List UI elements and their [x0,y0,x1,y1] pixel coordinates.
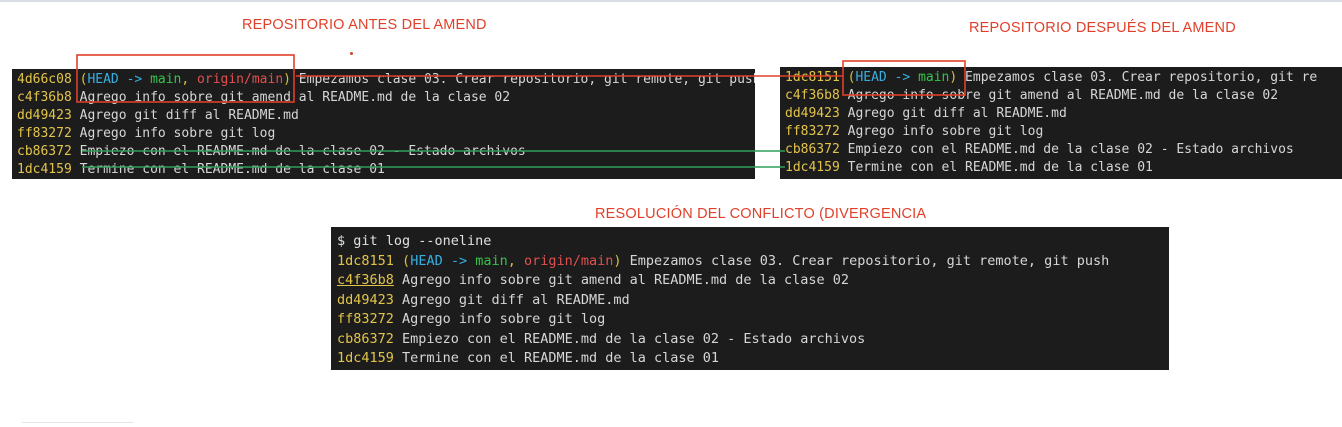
commit-hash: dd49423 [17,108,72,123]
commit-hash: 4d66c08 [17,72,72,87]
commit-line: ff83272 Agrego info sobre git log [17,125,755,143]
branch-ref: main [150,72,182,87]
terminal-resolution: $ git log --oneline 1dc8151 (HEAD -> mai… [331,227,1169,370]
heading-resolution: RESOLUCIÓN DEL CONFLICTO (DIVERGENCIA [595,206,927,222]
command-line: $ git log --oneline [337,233,492,249]
paren-close: ) [283,72,291,87]
commit-line: 1dc4159 Termine con el README.md de la c… [337,349,1169,369]
commit-message: Empezamos clase 03. Crear repositorio, g… [957,70,1318,85]
top-border [0,0,1342,2]
commit-hash: cb86372 [17,144,72,159]
commit-message: Agrego git diff al README.md [839,106,1067,121]
commit-line: 1dc4159 Termine con el README.md de la c… [785,159,1342,177]
ref-sep: , [181,72,198,87]
commit-line: dd49423 Agrego git diff al README.md [337,291,1169,311]
origin-ref: origin/main [197,72,284,87]
commit-line: c4f36b8 Agrego info sobre git amend al R… [17,89,755,107]
commit-message: Agrego info sobre git amend al README.md… [71,90,511,105]
commit-hash: cb86372 [337,330,394,347]
commit-message: Empiezo con el README.md de la clase 02 … [839,142,1294,157]
commit-hash: ff83272 [17,126,72,141]
commit-hash: dd49423 [337,291,394,308]
commit-hash: dd49423 [785,106,840,121]
commit-hash: c4f36b8 [17,90,72,105]
terminal-before-amend: 4d66c08 (HEAD -> main, origin/main) Empe… [12,69,755,179]
commit-line: cb86372 Empiezo con el README.md de la c… [337,330,1169,350]
commit-line: c4f36b8 Agrego info sobre git amend al R… [785,87,1342,105]
commit-message: Termine con el README.md de la clase 01 [839,160,1153,175]
commit-message: Termine con el README.md de la clase 01 [393,350,720,366]
commit-message: Termine con el README.md de la clase 01 [71,162,385,177]
commit-line: ff83272 Agrego info sobre git log [337,310,1169,330]
commit-message: Empiezo con el README.md de la clase 02 … [71,144,526,159]
commit-line: 4d66c08 (HEAD -> main, origin/main) Empe… [17,71,755,89]
commit-message: Empezamos clase 03. Crear repositorio, g… [290,72,755,87]
commit-hash: 1dc4159 [337,350,394,366]
commit-message: Agrego info sobre git log [839,124,1044,139]
commit-hash: 1dc4159 [785,160,840,175]
commit-message: Empiezo con el README.md de la clase 02 … [393,330,866,347]
ref-arrow: -> [118,72,151,87]
commit-line: dd49423 Agrego git diff al README.md [785,105,1342,123]
commit-message: Agrego info sobre git log [71,126,276,141]
paren-open: ( [402,252,411,269]
commit-message: Agrego git diff al README.md [71,108,299,123]
commit-hash: c4f36b8 [785,88,840,103]
terminal-after-amend: 1dc8151 (HEAD -> main) Empezamos clase 0… [780,67,1342,179]
head-ref: HEAD [855,70,887,85]
slide: REPOSITORIO ANTES DEL AMEND REPOSITORIO … [0,0,1342,427]
commit-line: 1dc8151 (HEAD -> main, origin/main) Empe… [337,252,1169,272]
commit-message: Empezamos clase 03. Crear repositorio, g… [621,252,1110,269]
commit-message: Agrego git diff al README.md [393,291,630,308]
commit-hash: 1dc8151 [785,70,840,85]
stray-dot [350,52,353,55]
branch-ref: main [918,70,950,85]
commit-hash: cb86372 [785,142,840,157]
commit-message: Agrego info sobre git amend al README.md… [393,272,850,288]
head-ref: HEAD [410,252,443,269]
faded-element [22,422,134,427]
commit-hash: c4f36b8 [337,272,394,288]
ref-sep: , [507,252,524,269]
commit-line: 1dc8151 (HEAD -> main) Empezamos clase 0… [785,69,1342,87]
commit-message: Agrego info sobre git amend al README.md… [839,88,1279,103]
commit-line: 1dc4159 Termine con el README.md de la c… [17,161,755,179]
commit-line: dd49423 Agrego git diff al README.md [17,107,755,125]
branch-ref: main [475,252,508,269]
commit-hash: ff83272 [785,124,840,139]
commit-hash: 1dc8151 [337,252,394,269]
paren-close: ) [613,252,622,269]
heading-after-amend: REPOSITORIO DESPUÉS DEL AMEND [969,20,1236,36]
commit-line: cb86372 Empiezo con el README.md de la c… [17,143,755,161]
commit-line: c4f36b8 Agrego info sobre git amend al R… [337,271,1169,291]
commit-message: Agrego info sobre git log [393,311,606,327]
ref-arrow: -> [442,252,476,269]
commit-hash: ff83272 [337,311,394,327]
commit-hash: 1dc4159 [17,162,72,177]
head-ref: HEAD [87,72,119,87]
heading-before-amend: REPOSITORIO ANTES DEL AMEND [242,17,487,33]
origin-ref: origin/main [524,252,614,269]
commit-line: ff83272 Agrego info sobre git log [785,123,1342,141]
commit-line: cb86372 Empiezo con el README.md de la c… [785,141,1342,159]
ref-arrow: -> [886,70,919,85]
